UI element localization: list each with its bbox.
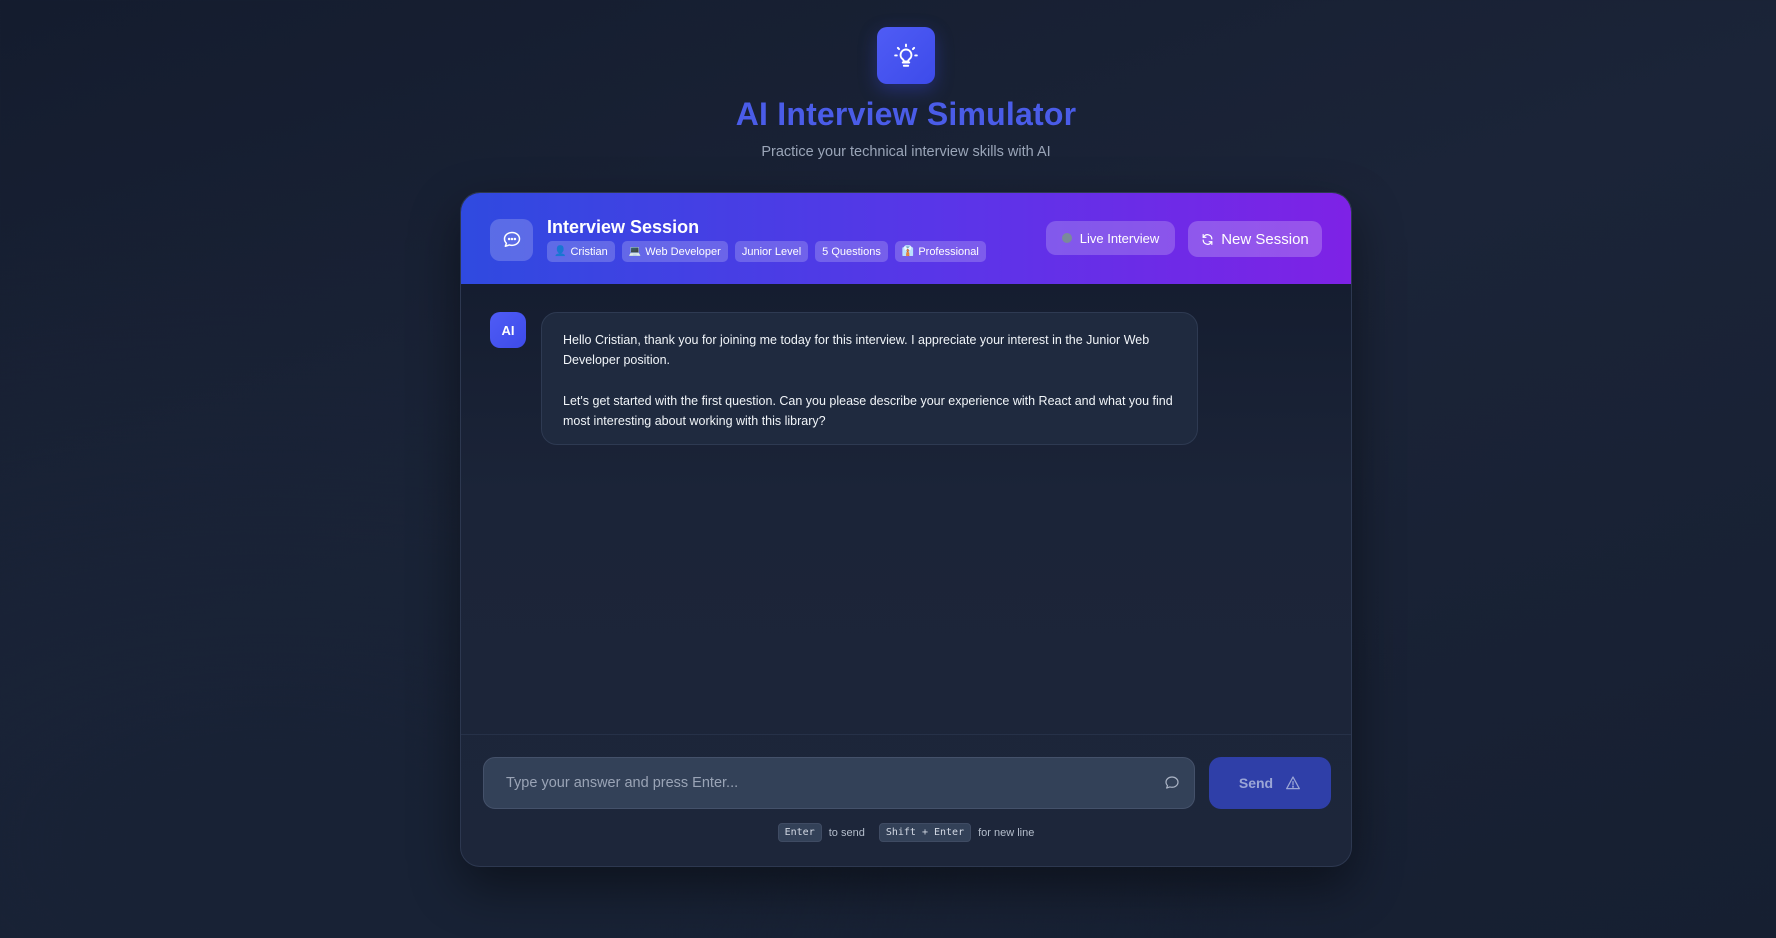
- tag-style: 👔 Professional: [894, 241, 986, 262]
- session-tags: 👤 Cristian 💻 Web Developer Junior Level 5 …: [547, 241, 986, 262]
- ai-message: Hello Cristian, thank you for joining me…: [541, 312, 1198, 445]
- tie-icon: 👔: [901, 246, 915, 257]
- send-button[interactable]: Send: [1209, 757, 1331, 809]
- tag-label: Professional: [918, 245, 979, 258]
- live-label: Live Interview: [1079, 230, 1160, 246]
- send-icon: [1286, 776, 1301, 790]
- ai-avatar: AI: [490, 312, 526, 348]
- session-header: Interview Session 👤 Cristian 💻 Web Develop…: [461, 193, 1351, 284]
- interview-card: Interview Session 👤 Cristian 💻 Web Develop…: [460, 192, 1352, 867]
- tag-label: Cristian: [570, 245, 608, 258]
- tag-label: Web Developer: [645, 245, 721, 258]
- tag-questions: 5 Questions: [815, 241, 888, 262]
- shift-enter-key-hint: Shift + Enter: [878, 823, 972, 842]
- refresh-icon: [1202, 233, 1213, 245]
- tag-label: Junior Level: [741, 245, 802, 258]
- lightbulb-icon: [894, 43, 918, 67]
- user-icon: 👤: [554, 246, 567, 257]
- tag-label: 5 Questions: [822, 245, 881, 258]
- message-paragraph: Hello Cristian, thank you for joining me…: [563, 333, 1150, 367]
- enter-key-hint: Enter: [777, 823, 822, 842]
- shift-enter-hint-text: for new line: [978, 826, 1035, 839]
- session-title: Interview Session: [547, 217, 700, 237]
- tag-candidate: 👤 Cristian: [547, 241, 615, 262]
- chat-bubble-icon: [1165, 776, 1179, 789]
- app-logo: [877, 27, 935, 84]
- tag-role: 💻 Web Developer: [621, 241, 728, 262]
- laptop-icon: 💻: [628, 246, 642, 257]
- send-label: Send: [1238, 775, 1274, 791]
- live-interview-indicator: Live Interview: [1046, 221, 1175, 255]
- chat-bubble-icon: [503, 231, 520, 247]
- new-session-button[interactable]: New Session: [1188, 221, 1322, 257]
- keyboard-hints: Enter to send Shift + Enter for new line: [461, 823, 1351, 842]
- live-dot-icon: [1061, 233, 1072, 243]
- app-subtitle: Practice your technical interview skills…: [761, 144, 1051, 160]
- answer-input[interactable]: [484, 758, 1194, 808]
- message-paragraph: Let's get started with the first questio…: [563, 394, 1173, 428]
- new-session-label: New Session: [1221, 230, 1309, 248]
- session-icon: [490, 219, 533, 261]
- answer-input-wrapper: [483, 757, 1195, 809]
- composer-divider: [461, 734, 1351, 735]
- app-title: AI Interview Simulator: [735, 96, 1077, 132]
- tag-level: Junior Level: [734, 241, 809, 262]
- enter-hint-text: to send: [828, 826, 865, 839]
